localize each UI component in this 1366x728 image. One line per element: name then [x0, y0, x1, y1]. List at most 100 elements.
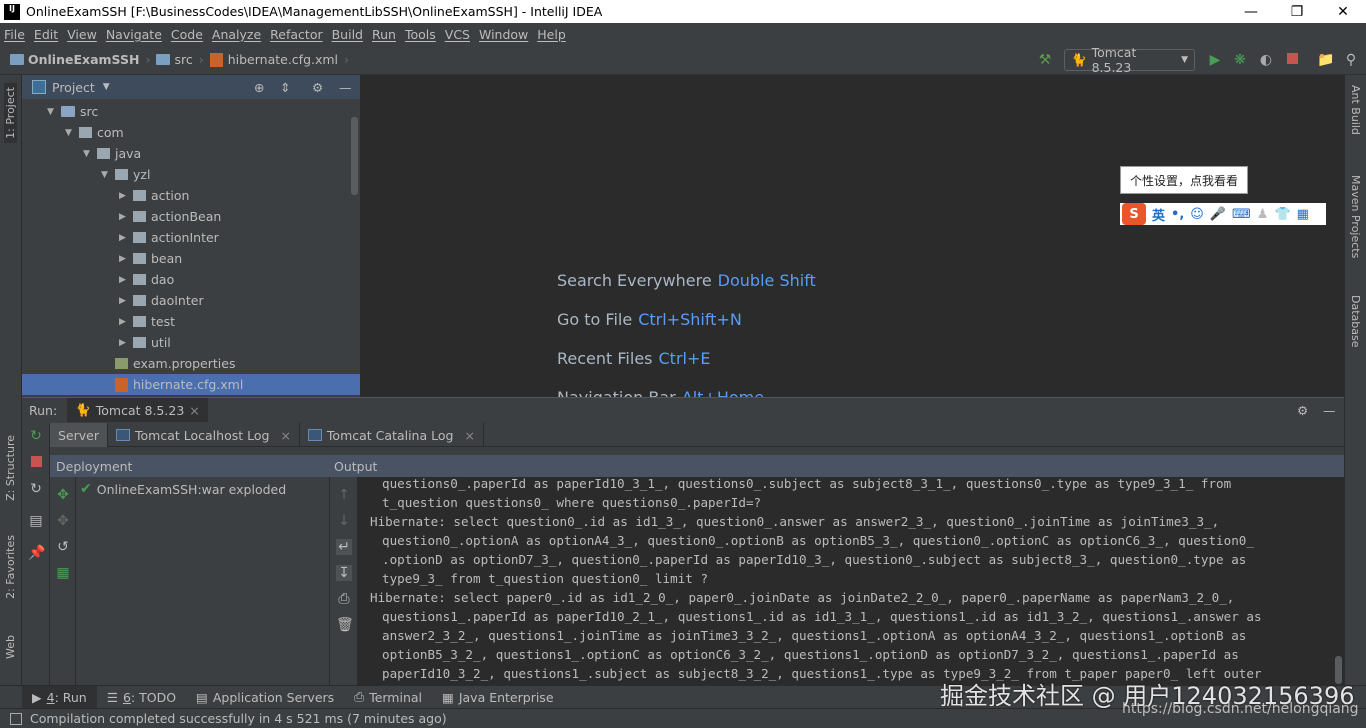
- breadcrumb-project[interactable]: OnlineExamSSH ›: [10, 52, 150, 67]
- tool-window-ant-build[interactable]: Ant Build: [1349, 85, 1362, 135]
- tree-item-yzl[interactable]: ▼ yzl: [101, 164, 150, 185]
- stop-icon[interactable]: [28, 455, 44, 471]
- chevron-right-icon[interactable]: ▶: [119, 296, 133, 306]
- chevron-down-icon[interactable]: ▼: [101, 170, 115, 180]
- chevron-right-icon[interactable]: ▶: [119, 233, 133, 243]
- soft-wrap-icon[interactable]: ↵: [336, 539, 352, 555]
- print-icon[interactable]: ⎙: [336, 591, 352, 607]
- chevron-right-icon[interactable]: ▶: [119, 254, 133, 264]
- keyboard-icon[interactable]: ⌨: [1232, 207, 1251, 222]
- project-view-selector[interactable]: Project: [52, 80, 95, 95]
- tree-item-test[interactable]: ▶ test: [119, 311, 175, 332]
- close-icon[interactable]: ×: [189, 403, 199, 418]
- chevron-down-icon[interactable]: ▼: [83, 149, 97, 159]
- coverage-icon[interactable]: ◐: [1258, 52, 1274, 68]
- chevron-down-icon[interactable]: ▼: [103, 82, 110, 92]
- run-tab-tomcat[interactable]: 🐈 Tomcat 8.5.23 ×: [67, 398, 208, 422]
- menu-file[interactable]: File: [4, 27, 25, 42]
- menu-window[interactable]: Window: [479, 27, 528, 42]
- tool-window-maven[interactable]: Maven Projects: [1349, 175, 1362, 258]
- tree-item-com[interactable]: ▼ com: [65, 122, 124, 143]
- tree-item-dao[interactable]: ▶ dao: [119, 269, 174, 290]
- down-icon[interactable]: ↓: [336, 513, 352, 529]
- ime-punct-toggle[interactable]: •,: [1171, 207, 1184, 222]
- stop-icon[interactable]: [1284, 52, 1300, 68]
- artifact-icon[interactable]: ▦: [55, 565, 71, 581]
- restore-button[interactable]: ❐: [1274, 0, 1320, 23]
- tool-window-favorites[interactable]: 2: Favorites: [4, 535, 17, 599]
- status-toggle-icon[interactable]: [10, 712, 22, 725]
- menu-navigate[interactable]: Navigate: [106, 27, 162, 42]
- menu-run[interactable]: Run: [372, 27, 396, 42]
- gear-icon[interactable]: ⚙: [1297, 403, 1308, 418]
- close-icon[interactable]: ×: [464, 428, 474, 443]
- deploy-icon[interactable]: ✥: [55, 487, 71, 503]
- tree-item-src[interactable]: ▼ src: [47, 101, 98, 122]
- subtab-tomcat-localhost-log[interactable]: Tomcat Localhost Log ×: [108, 423, 300, 447]
- run-icon[interactable]: ▶: [1207, 52, 1223, 68]
- hide-icon[interactable]: —: [339, 80, 352, 95]
- tool-window-structure[interactable]: Z: Structure: [4, 435, 17, 501]
- toolbox-icon[interactable]: ▦: [1297, 207, 1309, 222]
- bottom-tab-todo[interactable]: ☰ 6: TODO: [97, 686, 186, 709]
- bottom-tab-application-servers[interactable]: ▤ Application Servers: [186, 686, 344, 709]
- menu-tools[interactable]: Tools: [405, 27, 436, 42]
- tree-item-exam-properties[interactable]: exam.properties: [115, 353, 235, 374]
- run-config-dropdown[interactable]: 🐈 Tomcat 8.5.23 ▼: [1064, 45, 1195, 75]
- gear-icon[interactable]: ⚙: [312, 80, 323, 95]
- bottom-tab-run[interactable]: ▶ 4: Run: [22, 685, 97, 709]
- deployment-item[interactable]: ✔ OnlineExamSSH:war exploded: [80, 481, 286, 497]
- chevron-right-icon[interactable]: ▶: [119, 275, 133, 285]
- tree-scrollbar[interactable]: [351, 117, 358, 195]
- menu-build[interactable]: Build: [332, 27, 363, 42]
- menu-vcs[interactable]: VCS: [445, 27, 470, 42]
- menu-view[interactable]: View: [67, 27, 97, 42]
- tool-window-web[interactable]: Web: [4, 635, 17, 659]
- breadcrumb-src[interactable]: src ›: [156, 52, 204, 67]
- pin-icon[interactable]: 📌: [28, 545, 45, 561]
- tree-item-hibernate-cfg-xml[interactable]: hibernate.cfg.xml: [22, 374, 360, 395]
- menu-help[interactable]: Help: [537, 27, 566, 42]
- tree-item-bean[interactable]: ▶ bean: [119, 248, 182, 269]
- undeploy-icon[interactable]: ✥: [55, 513, 71, 529]
- chevron-right-icon[interactable]: ▶: [119, 212, 133, 222]
- project-structure-icon[interactable]: 📁: [1317, 52, 1334, 68]
- search-icon[interactable]: ⚲: [1343, 52, 1359, 68]
- subtab-tomcat-catalina-log[interactable]: Tomcat Catalina Log ×: [300, 423, 484, 447]
- user-icon[interactable]: ♟: [1257, 207, 1269, 222]
- collapse-all-icon[interactable]: ⇕: [280, 80, 290, 95]
- menu-edit[interactable]: Edit: [34, 27, 58, 42]
- minimize-button[interactable]: —: [1228, 0, 1274, 23]
- hammer-icon[interactable]: ⚒: [1037, 52, 1053, 68]
- tool-window-database[interactable]: Database: [1349, 295, 1362, 348]
- tree-item-java[interactable]: ▼ java: [83, 143, 141, 164]
- emoji-icon[interactable]: ☺: [1190, 207, 1204, 222]
- subtab-server[interactable]: Server: [50, 423, 108, 447]
- chevron-right-icon[interactable]: ▶: [119, 338, 133, 348]
- clear-icon[interactable]: 🗑: [336, 617, 354, 633]
- sogou-logo-icon[interactable]: S: [1122, 203, 1146, 225]
- update-icon[interactable]: ↺: [55, 539, 71, 555]
- breadcrumb-file[interactable]: hibernate.cfg.xml ›: [209, 52, 349, 67]
- debug-icon[interactable]: ❋: [1232, 52, 1248, 68]
- tree-item-actionInter[interactable]: ▶ actionInter: [119, 227, 219, 248]
- chevron-right-icon[interactable]: ▶: [119, 317, 133, 327]
- chevron-right-icon[interactable]: ▶: [119, 191, 133, 201]
- chevron-down-icon[interactable]: ▼: [47, 107, 61, 117]
- menu-refactor[interactable]: Refactor: [270, 27, 322, 42]
- refresh-icon[interactable]: ↻: [28, 481, 44, 497]
- chevron-down-icon[interactable]: ▼: [65, 128, 79, 138]
- rerun-icon[interactable]: ↻: [28, 428, 44, 444]
- close-icon[interactable]: ×: [280, 428, 290, 443]
- menu-code[interactable]: Code: [171, 27, 203, 42]
- hide-icon[interactable]: —: [1323, 403, 1336, 418]
- tree-item-daoInter[interactable]: ▶ daoInter: [119, 290, 204, 311]
- menu-analyze[interactable]: Analyze: [212, 27, 261, 42]
- tree-item-actionBean[interactable]: ▶ actionBean: [119, 206, 221, 227]
- bottom-tab-java-enterprise[interactable]: ▦ Java Enterprise: [432, 686, 564, 709]
- tree-item-util[interactable]: ▶ util: [119, 332, 171, 353]
- bottom-tab-terminal[interactable]: ⎙ Terminal: [344, 686, 432, 709]
- ime-mode-toggle[interactable]: 英: [1152, 205, 1165, 224]
- layout-icon[interactable]: ▤: [28, 513, 44, 529]
- skin-icon[interactable]: 👕: [1274, 207, 1290, 222]
